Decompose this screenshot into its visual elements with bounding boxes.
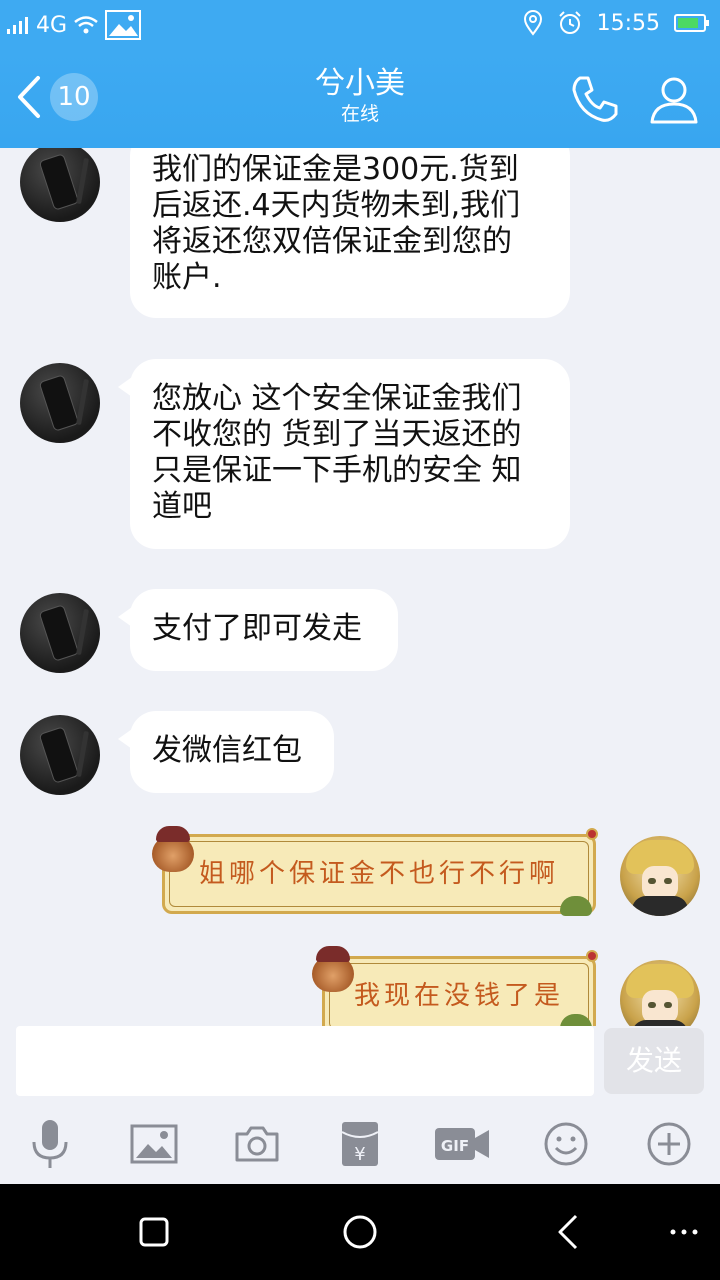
red-packet-icon: ¥ [341,1122,379,1166]
message-input[interactable] [16,1026,594,1096]
chat-area[interactable]: 我们的保证金是300元.货到 后返还.4天内货物未到,我们 将返还您双倍保证金到… [0,148,720,1026]
turtle-decoration-icon [560,896,592,916]
message-line: 姐哪个保证金不也行不行啊 [198,859,559,889]
system-nav-bar [0,1184,720,1280]
voice-button[interactable] [22,1116,78,1172]
profile-icon [650,77,698,124]
gif-icon: GIF [435,1128,489,1160]
home-button[interactable] [340,1212,380,1252]
message-bubble[interactable]: 发微信红包 [118,711,334,793]
message-line: 不收您的 货到了当天返还的 [152,417,522,452]
contact-avatar[interactable] [20,148,100,222]
more-button[interactable] [641,1116,697,1172]
status-left: 4G [6,10,142,40]
emoji-button[interactable] [538,1116,594,1172]
message-line: 将返还您双倍保证金到您的 [152,224,512,259]
recents-square-icon [139,1217,169,1247]
image-icon [105,10,142,40]
bubble-decoration-icon [312,946,354,992]
svg-text:GIF: GIF [441,1137,469,1155]
message-line: 道吧 [152,489,212,524]
contact-avatar[interactable] [20,593,100,673]
alarm-icon [558,11,581,34]
status-time: 15:55 [596,10,660,36]
my-avatar[interactable] [620,960,700,1026]
microphone-icon [32,1120,68,1168]
camera-icon [235,1126,279,1162]
home-circle-icon [343,1215,377,1249]
contact-avatar[interactable] [20,363,100,443]
red-packet-button[interactable]: ¥ [332,1116,388,1172]
back-triangle-icon [558,1214,578,1250]
emoji-icon [544,1122,588,1166]
input-bar: 发送 ¥ GIF [0,1026,720,1184]
message-line: 支付了即可发走 [152,611,362,646]
message-bubble[interactable]: 我们的保证金是300元.货到 后返还.4天内货物未到,我们 将返还您双倍保证金到… [130,148,570,318]
recents-button[interactable] [134,1212,174,1252]
my-message-bubble[interactable]: 我现在没钱了是 [322,956,596,1026]
my-message-bubble[interactable]: 姐哪个保证金不也行不行啊 [162,834,596,914]
back-nav-button[interactable] [548,1212,588,1252]
gem-decoration-icon [586,950,598,962]
message-line: 账户. [152,260,222,295]
location-icon [523,10,542,36]
message-line: 后返还.4天内货物未到,我们 [152,188,521,223]
menu-button[interactable] [664,1212,704,1252]
contact-avatar[interactable] [20,715,100,795]
status-bar: 4G 15:55 [0,0,720,50]
photo-button[interactable] [126,1116,182,1172]
message-line: 我现在没钱了是 [353,981,564,1011]
signal-icon [7,17,28,34]
svg-text:¥: ¥ [354,1144,365,1165]
chat-header: 10 兮小美 在线 [0,50,720,148]
message-line: 我们的保证金是300元.货到 [152,152,519,187]
message-bubble[interactable]: 支付了即可发走 [118,589,398,671]
gem-decoration-icon [586,828,598,840]
call-button[interactable] [566,72,622,132]
battery-level [678,18,698,28]
my-avatar[interactable] [620,836,700,916]
message-line: 发微信红包 [152,733,302,768]
message-bubble[interactable]: 您放心 这个安全保证金我们 不收您的 货到了当天返还的 只是保证一下手机的安全 … [118,359,570,549]
send-button[interactable]: 发送 [604,1028,704,1094]
more-dots-icon [670,1229,698,1235]
phone-icon [572,76,618,122]
gif-button[interactable]: GIF [432,1116,492,1172]
battery-icon [674,14,709,32]
network-type: 4G [36,12,68,38]
wifi-icon [74,16,98,34]
message-line: 您放心 这个安全保证金我们 [152,381,522,416]
profile-button[interactable] [646,72,702,132]
plus-icon [647,1122,691,1166]
camera-button[interactable] [229,1116,285,1172]
status-right: 15:55 [523,10,709,36]
image-icon [130,1124,178,1164]
bubble-decoration-icon [152,826,194,872]
message-line: 只是保证一下手机的安全 知 [152,453,522,488]
